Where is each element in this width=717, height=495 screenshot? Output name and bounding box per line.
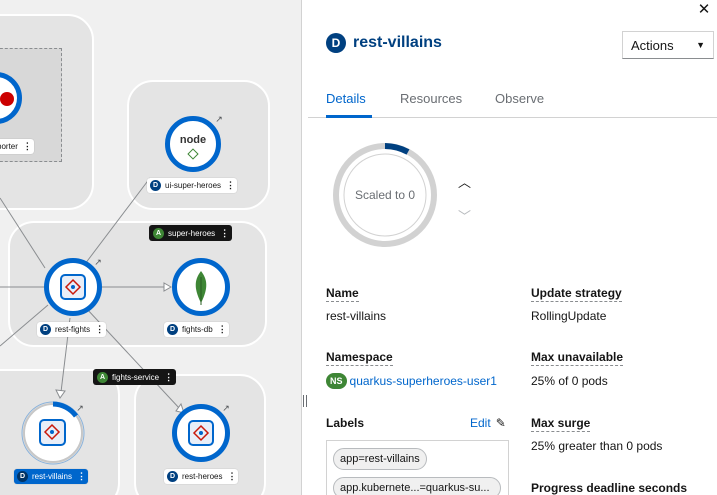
kebab-icon[interactable]: ⋮ bbox=[226, 180, 235, 191]
kebab-icon[interactable]: ⋮ bbox=[220, 228, 229, 239]
node-label-fights-db[interactable]: D fights-db ⋮ bbox=[164, 322, 229, 337]
quarkus-logo-icon bbox=[188, 420, 214, 446]
node-label-partial[interactable]: porter ⋮ bbox=[0, 139, 34, 154]
node-label-rest-villains-text: rest-villains bbox=[32, 472, 73, 481]
active-tab-indicator bbox=[326, 115, 372, 118]
pod-status-ring: Scaled to 0 bbox=[332, 142, 438, 248]
update-strategy-value: RollingUpdate bbox=[531, 309, 607, 323]
group-tag-super-heroes-text: super-heroes bbox=[168, 228, 216, 238]
max-surge-value: 25% greater than 0 pods bbox=[531, 439, 663, 453]
node-label-rest-heroes-text: rest-heroes bbox=[182, 472, 223, 481]
kebab-icon[interactable]: ⋮ bbox=[23, 141, 32, 152]
node-ui-super-heroes[interactable]: node bbox=[165, 116, 221, 172]
name-label: Name bbox=[326, 286, 359, 302]
node-fights-db[interactable] bbox=[172, 258, 230, 316]
nodejs-hex-icon bbox=[187, 148, 199, 160]
node-label-partial-text: porter bbox=[0, 142, 18, 151]
panel-title-row: D rest-villains bbox=[326, 33, 442, 53]
kebab-icon[interactable]: ⋮ bbox=[164, 372, 173, 383]
node-label-ui-super-heroes-text: ui-super-heroes bbox=[165, 181, 222, 190]
namespace-link[interactable]: quarkus-superheroes-user1 bbox=[350, 374, 497, 388]
progress-deadline-label: Progress deadline seconds bbox=[531, 481, 688, 495]
kebab-icon[interactable]: ⋮ bbox=[95, 324, 104, 335]
deployment-badge: D bbox=[150, 180, 161, 191]
group-tag-super-heroes[interactable]: A super-heroes ⋮ bbox=[149, 225, 233, 241]
quarkus-glyph-icon bbox=[192, 424, 210, 442]
max-unavailable-label: Max unavailable bbox=[531, 350, 624, 366]
node-label-fights-db-text: fights-db bbox=[182, 325, 213, 334]
pod-status-text: Scaled to 0 bbox=[354, 188, 416, 202]
namespace-badge: NS bbox=[326, 373, 347, 389]
node-label-ui-super-heroes[interactable]: D ui-super-heroes ⋮ bbox=[147, 178, 238, 193]
deployment-badge: D bbox=[167, 471, 178, 482]
actions-label: Actions bbox=[631, 37, 674, 53]
labels-box[interactable]: app=rest-villains app.kubernete...=quark… bbox=[326, 440, 509, 495]
panel-tabs: Details Resources Observe bbox=[308, 80, 717, 118]
kebab-icon[interactable]: ⋮ bbox=[227, 471, 236, 482]
kebab-icon[interactable]: ⋮ bbox=[218, 324, 227, 335]
label-chip[interactable]: app.kubernete...=quarkus-su... bbox=[333, 477, 501, 495]
edit-labels-link[interactable]: Edit ✎ bbox=[470, 416, 506, 430]
tab-observe[interactable]: Observe bbox=[495, 91, 544, 106]
kebab-icon[interactable]: ⋮ bbox=[77, 471, 86, 482]
edit-labels-text: Edit bbox=[470, 416, 491, 430]
node-label-rest-heroes[interactable]: D rest-heroes ⋮ bbox=[164, 469, 239, 484]
topology-canvas[interactable]: porter ⋮ node ↗ D ui-super-heroes ⋮ A su… bbox=[0, 0, 301, 495]
deployment-badge: D bbox=[17, 471, 28, 482]
deployment-badge: D bbox=[167, 324, 178, 335]
label-chip[interactable]: app=rest-villains bbox=[333, 448, 427, 470]
panel-title: rest-villains bbox=[353, 34, 442, 51]
update-strategy-label: Update strategy bbox=[531, 286, 622, 302]
labels-label: Labels bbox=[326, 416, 365, 430]
mongodb-leaf-icon bbox=[195, 271, 207, 305]
actions-dropdown-button[interactable]: Actions ▼ bbox=[622, 31, 714, 59]
node-label-rest-villains[interactable]: D rest-villains ⋮ bbox=[14, 469, 89, 484]
pencil-icon: ✎ bbox=[495, 416, 506, 430]
scale-down-chevron-icon[interactable]: ﹀ bbox=[458, 206, 471, 225]
scale-up-chevron-icon[interactable]: ︿ bbox=[458, 172, 471, 191]
external-link-icon[interactable]: ↗ bbox=[214, 114, 224, 124]
max-unavailable-value: 25% of 0 pods bbox=[531, 374, 608, 388]
name-value: rest-villains bbox=[326, 309, 387, 323]
node-label-rest-fights-text: rest-fights bbox=[55, 325, 91, 334]
node-label-rest-fights[interactable]: D rest-fights ⋮ bbox=[37, 322, 107, 337]
quarkus-glyph-icon bbox=[64, 278, 82, 296]
quarkus-glyph-icon bbox=[43, 423, 61, 441]
tab-details[interactable]: Details bbox=[326, 91, 366, 106]
quarkus-logo-icon bbox=[60, 274, 86, 300]
external-link-icon[interactable]: ↗ bbox=[75, 403, 85, 413]
nodejs-logo-icon: node bbox=[179, 134, 207, 146]
details-side-panel: ✕ D rest-villains Actions ▼ Details Reso… bbox=[308, 0, 717, 495]
caret-down-icon: ▼ bbox=[696, 40, 705, 50]
group-tag-fights-service[interactable]: A fights-service ⋮ bbox=[93, 369, 177, 385]
group-tag-fights-service-text: fights-service bbox=[112, 372, 160, 382]
panel-resize-divider[interactable] bbox=[301, 0, 308, 495]
external-link-icon[interactable]: ↗ bbox=[221, 403, 231, 413]
resize-grip-icon[interactable] bbox=[303, 395, 307, 407]
deployment-badge: D bbox=[40, 324, 51, 335]
namespace-label: Namespace bbox=[326, 350, 393, 366]
close-panel-button[interactable]: ✕ bbox=[697, 2, 711, 18]
namespace-row: NS quarkus-superheroes-user1 bbox=[326, 373, 497, 389]
application-badge: A bbox=[153, 227, 164, 239]
max-surge-label: Max surge bbox=[531, 416, 591, 432]
tab-resources[interactable]: Resources bbox=[400, 91, 462, 106]
quarkus-logo-icon bbox=[39, 419, 66, 446]
title-deployment-badge: D bbox=[326, 33, 346, 53]
application-badge: A bbox=[97, 371, 108, 383]
partial-node-logo-icon bbox=[0, 92, 14, 106]
external-link-icon[interactable]: ↗ bbox=[93, 257, 103, 267]
